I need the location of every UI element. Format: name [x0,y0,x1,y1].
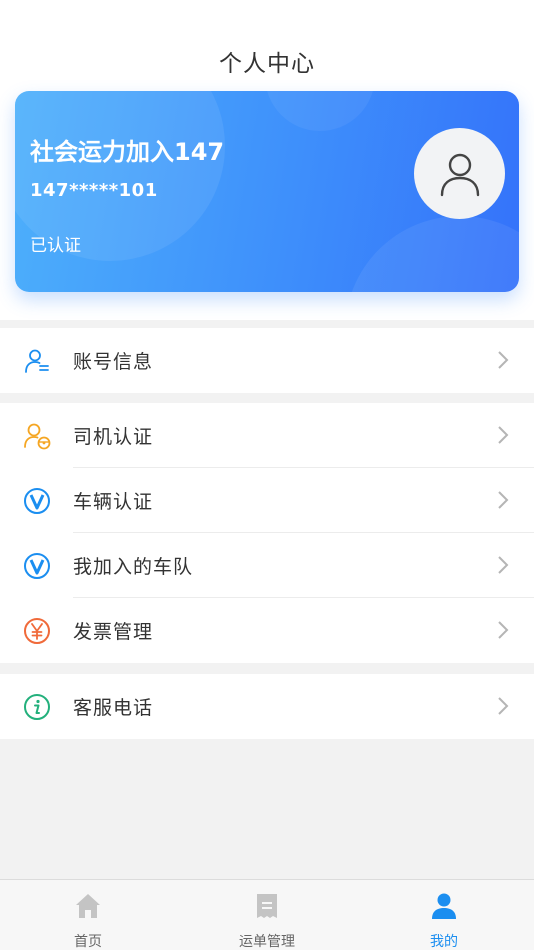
menu-label: 司机认证 [73,426,154,448]
service-section: 客服电话 [0,674,534,739]
tab-waybill[interactable]: 运单管理 [207,880,327,950]
bottom-tab-bar: 首页 运单管理 我的 [0,879,534,950]
account-section: 账号信息 [0,328,534,393]
chevron-right-icon [498,621,509,639]
user-list-icon [23,347,51,375]
tab-label: 首页 [74,934,102,950]
header-area: 个人中心 社会运力加入147 147*****101 已认证 [0,0,534,320]
user-name: 社会运力加入147 [30,138,225,166]
driver-icon [23,422,51,450]
menu-label: 我加入的车队 [73,556,194,578]
tab-label: 运单管理 [239,934,295,950]
chevron-right-icon [498,426,509,444]
chevron-right-icon [498,697,509,715]
user-phone: 147*****101 [30,180,158,201]
menu-driver-auth[interactable]: 司机认证 [0,403,534,468]
info-icon [23,693,51,721]
person-icon [432,893,456,919]
home-icon [76,894,100,918]
page-title: 个人中心 [219,51,315,77]
card-decoration [345,216,519,292]
tab-mine[interactable]: 我的 [384,880,504,950]
receipt-icon [257,894,277,918]
menu-label: 发票管理 [73,621,154,643]
chevron-right-icon [498,556,509,574]
menu-service-phone[interactable]: 客服电话 [0,674,534,739]
card-decoration [265,91,375,131]
tab-label: 我的 [430,934,458,950]
menu-my-fleet[interactable]: 我加入的车队 [0,533,534,598]
auth-section: 司机认证 车辆认证 我加入的车队 发票管理 [0,403,534,663]
v-badge-icon [23,487,51,515]
menu-vehicle-auth[interactable]: 车辆认证 [0,468,534,533]
menu-label: 车辆认证 [73,491,154,513]
menu-account-info[interactable]: 账号信息 [0,328,534,393]
chevron-right-icon [498,491,509,509]
yen-icon [23,617,51,645]
menu-label: 账号信息 [73,351,154,373]
tab-home[interactable]: 首页 [28,880,148,950]
user-avatar-icon [440,153,479,196]
avatar[interactable] [414,128,505,219]
chevron-right-icon [498,351,509,369]
menu-label: 客服电话 [73,697,154,719]
verification-status: 已认证 [30,236,81,256]
menu-invoice[interactable]: 发票管理 [0,598,534,663]
v-badge-icon [23,552,51,580]
profile-card[interactable]: 社会运力加入147 147*****101 已认证 [15,91,519,292]
